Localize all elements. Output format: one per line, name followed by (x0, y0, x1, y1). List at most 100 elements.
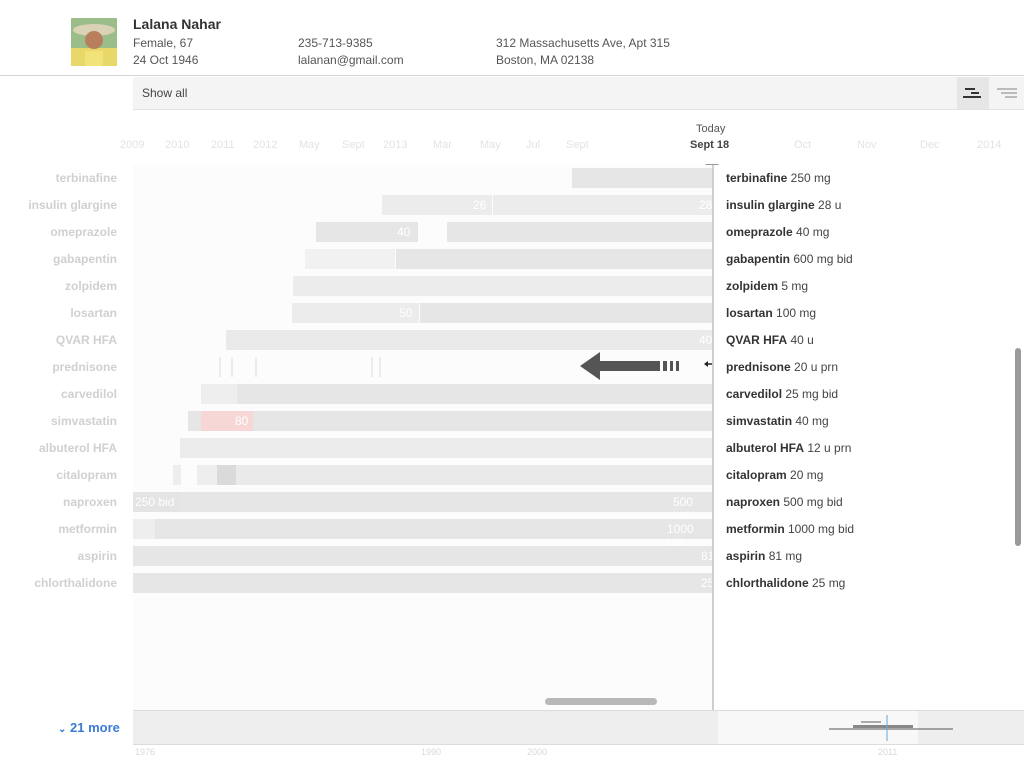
current-med-row[interactable]: QVAR HFA 40 u (726, 333, 814, 347)
today-date: Sept 18 (690, 139, 730, 151)
current-med-row[interactable]: prednisone 20 u prn (726, 360, 838, 374)
current-med-row[interactable]: naproxen 500 mg bid (726, 495, 843, 509)
med-bar[interactable] (197, 465, 217, 485)
patient-header: Lalana Nahar Female, 67 24 Oct 1946 235-… (0, 0, 1024, 76)
med-bar[interactable] (293, 276, 712, 296)
list-view-button[interactable] (991, 77, 1023, 109)
med-label[interactable]: prednisone (52, 360, 117, 374)
current-med-row[interactable]: gabapentin 600 mg bid (726, 252, 853, 266)
panel-vertical-scrollbar[interactable] (1015, 348, 1021, 546)
med-bar[interactable] (180, 492, 712, 512)
patient-avatar (71, 18, 117, 66)
med-bar[interactable] (493, 195, 712, 215)
med-bar[interactable] (173, 465, 181, 485)
overview-year-label: 1990 (421, 747, 442, 757)
current-med-row[interactable]: terbinafine 250 mg (726, 171, 831, 185)
med-bar[interactable] (133, 546, 712, 566)
current-med-row[interactable]: carvedilol 25 mg bid (726, 387, 838, 401)
med-bar[interactable] (133, 573, 712, 593)
med-bar[interactable] (572, 168, 712, 188)
med-bar[interactable] (219, 357, 221, 377)
current-med-row[interactable]: albuterol HFA 12 u prn (726, 441, 851, 455)
patient-sex-age: Female, 67 (133, 36, 194, 50)
med-bar[interactable] (420, 303, 712, 323)
med-bar[interactable] (226, 330, 712, 350)
current-med-dose: 100 mg (772, 306, 817, 320)
med-label[interactable]: citalopram (56, 468, 117, 482)
current-med-name: prednisone (726, 360, 791, 374)
timeline-overview-minimap[interactable] (133, 710, 1024, 745)
current-medications-panel[interactable]: terbinafine 250 mg insulin glargine 28 u… (712, 165, 1024, 710)
med-bar[interactable] (237, 384, 712, 404)
med-bar[interactable] (231, 357, 233, 377)
overview-year-label: 1976 (135, 747, 156, 757)
overview-mini-chart (829, 715, 953, 741)
current-med-name: metformin (726, 522, 785, 536)
current-med-dose: 81 mg (765, 549, 803, 563)
med-label[interactable]: carvedilol (61, 387, 117, 401)
tick-label: Oct (794, 139, 812, 151)
current-med-dose: 12 u prn (804, 441, 852, 455)
tick-label: 2012 (253, 139, 278, 151)
med-bar[interactable] (236, 465, 712, 485)
timeline-horizontal-scrollbar[interactable] (545, 698, 657, 705)
current-med-dose: 250 mg (787, 171, 831, 185)
show-all-filter[interactable]: Show all (142, 86, 187, 100)
med-label[interactable]: albuterol HFA (39, 441, 117, 455)
med-label[interactable]: QVAR HFA (56, 333, 117, 347)
bar-dose-label: 26 (473, 198, 487, 212)
show-more-medications-link[interactable]: ⌄ 21 more (58, 720, 120, 735)
med-bar[interactable] (255, 357, 257, 377)
current-med-row[interactable]: aspirin 81 mg (726, 549, 802, 563)
med-label[interactable]: naproxen (63, 495, 117, 509)
med-label[interactable]: terbinafine (56, 171, 117, 185)
med-bar[interactable] (155, 519, 712, 539)
current-med-dose: 5 mg (778, 279, 809, 293)
med-label[interactable]: simvastatin (51, 414, 117, 428)
med-bar[interactable] (379, 357, 381, 377)
bar-dose-label: 80 (235, 414, 249, 428)
tick-label: 2013 (383, 139, 408, 151)
timeline-view-button[interactable] (957, 77, 989, 109)
med-label[interactable]: zolpidem (65, 279, 117, 293)
patient-email: lalanan@gmail.com (298, 53, 404, 67)
med-bar[interactable] (447, 222, 712, 242)
med-label[interactable]: chlorthalidone (34, 576, 117, 590)
med-bar[interactable] (201, 384, 237, 404)
tick-label: Sept (566, 139, 589, 151)
med-label[interactable]: gabapentin (53, 252, 117, 266)
med-bar[interactable] (133, 519, 155, 539)
med-label[interactable]: aspirin (78, 549, 117, 563)
current-med-row[interactable]: simvastatin 40 mg (726, 414, 829, 428)
current-med-dose: 25 mg (808, 576, 846, 590)
med-bar[interactable] (371, 357, 373, 377)
med-label[interactable]: losartan (70, 306, 117, 320)
med-label[interactable]: omeprazole (50, 225, 117, 239)
medication-timeline[interactable]: 26 28 40 50 40 80 250 bid 500 bid 1000 b… (133, 165, 714, 710)
gantt-view-icon (963, 88, 981, 98)
med-bar[interactable] (253, 411, 712, 431)
current-med-name: losartan (726, 306, 773, 320)
med-label[interactable]: metformin (58, 522, 117, 536)
med-bar[interactable] (217, 465, 236, 485)
current-med-row[interactable]: losartan 100 mg (726, 306, 816, 320)
med-bar[interactable] (396, 249, 712, 269)
patient-phone: 235-713-9385 (298, 36, 373, 50)
current-med-dose: 40 mg (792, 414, 829, 428)
current-med-name: aspirin (726, 549, 766, 563)
current-med-row[interactable]: omeprazole 40 mg (726, 225, 829, 239)
chevron-down-icon: ⌄ (58, 724, 67, 735)
current-med-row[interactable]: zolpidem 5 mg (726, 279, 808, 293)
med-label[interactable]: insulin glargine (28, 198, 117, 212)
med-bar[interactable] (188, 411, 201, 431)
more-count-label: 21 more (70, 720, 120, 735)
current-med-row[interactable]: insulin glargine 28 u (726, 198, 841, 212)
tick-label: Nov (857, 139, 877, 151)
med-bar[interactable] (180, 438, 712, 458)
current-med-row[interactable]: chlorthalidone 25 mg (726, 576, 845, 590)
bar-dose-label: 28 (699, 198, 713, 212)
current-med-row[interactable]: metformin 1000 mg bid (726, 522, 854, 536)
med-bar[interactable] (305, 249, 395, 269)
current-med-name: carvedilol (726, 387, 783, 401)
current-med-row[interactable]: citalopram 20 mg (726, 468, 823, 482)
